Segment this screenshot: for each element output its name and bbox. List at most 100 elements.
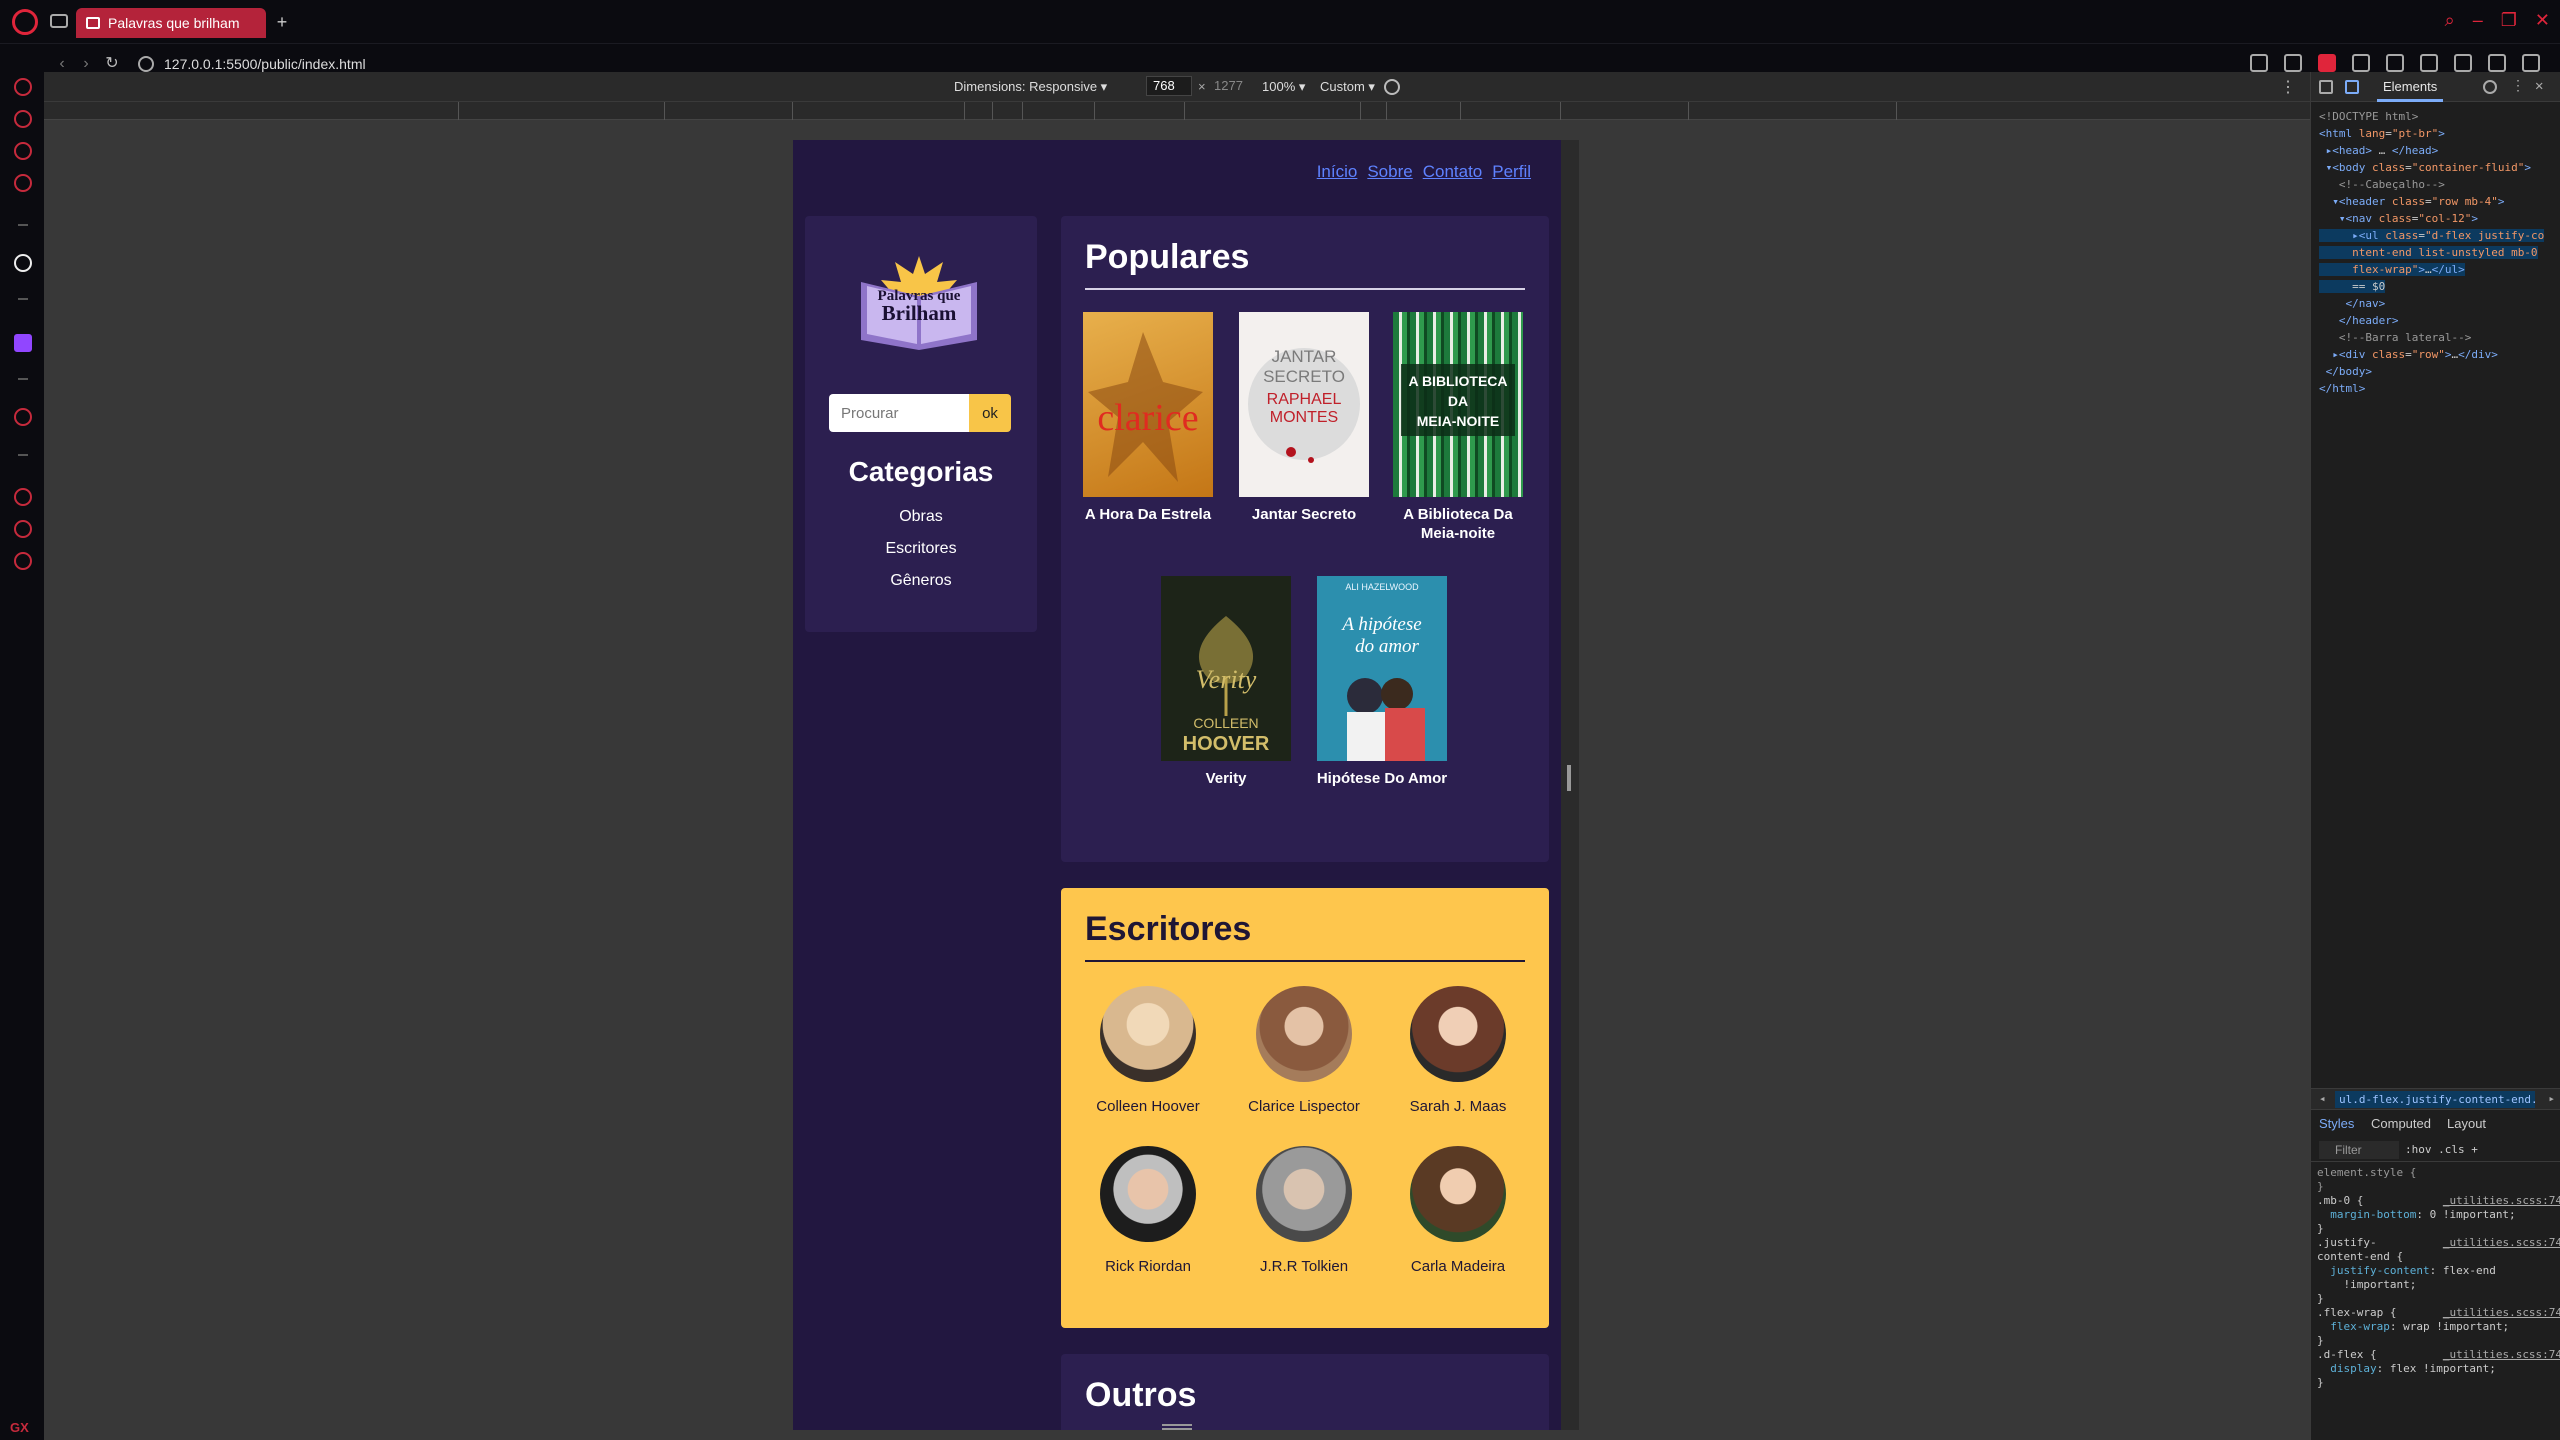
category-link-generos[interactable]: Gêneros: [805, 572, 1037, 590]
nav-link-contato[interactable]: Contato: [1423, 162, 1483, 182]
player-icon[interactable]: [2352, 54, 2370, 72]
tab-computed[interactable]: Computed: [2371, 1116, 2431, 1131]
crumb-left-icon[interactable]: ◂: [2319, 1092, 2326, 1105]
book-card[interactable]: clarice A Hora Da Estrela: [1073, 312, 1223, 524]
maximize-icon[interactable]: ❐: [2501, 10, 2517, 31]
sidebar-history-icon[interactable]: [14, 488, 32, 506]
nav-link-perfil[interactable]: Perfil: [1492, 162, 1531, 182]
book-card[interactable]: Verity COLLEEN HOOVER Verity: [1151, 576, 1301, 788]
svg-text:MEIA-NOITE: MEIA-NOITE: [1417, 413, 1499, 429]
sidebar-speed-dial-icon[interactable]: [14, 78, 32, 96]
nav-link-inicio[interactable]: Início: [1317, 162, 1358, 182]
resize-handle-bottom[interactable]: [1162, 1424, 1192, 1430]
opera-logo-icon[interactable]: [12, 9, 38, 35]
styles-filter-input[interactable]: Filter: [2319, 1141, 2399, 1159]
rotate-icon[interactable]: [1384, 79, 1400, 95]
dom-tree[interactable]: <!DOCTYPE html> <html lang="pt-br"> ▸<he…: [2319, 108, 2559, 397]
times-icon: ×: [1198, 79, 1206, 94]
book-cover[interactable]: JANTAR SECRETO RAPHAEL MONTES: [1239, 312, 1369, 497]
dom-breadcrumb: ◂ ul.d-flex.justify-content-end.list-uns…: [2311, 1088, 2560, 1110]
camera-icon[interactable]: [2284, 54, 2302, 72]
download-icon[interactable]: [2488, 54, 2506, 72]
snapshot-icon[interactable]: [2250, 54, 2268, 72]
search-button[interactable]: ok: [969, 394, 1011, 432]
site-logo[interactable]: Palavras que Brilham: [853, 252, 985, 352]
writer-card[interactable]: Sarah J. Maas: [1383, 986, 1533, 1115]
writer-card[interactable]: Colleen Hoover: [1073, 986, 1223, 1115]
more-icon[interactable]: ⋮: [2511, 78, 2525, 94]
throttle-select[interactable]: Custom ▾: [1320, 79, 1375, 95]
writer-avatar[interactable]: [1100, 1146, 1196, 1242]
cover-art: A BIBLIOTECA DA MEIA-NOITE: [1401, 364, 1515, 436]
inspect-icon[interactable]: [2319, 80, 2333, 94]
writer-card[interactable]: J.R.R Tolkien: [1229, 1146, 1379, 1275]
reload-icon[interactable]: ↻: [102, 54, 122, 74]
sidebar-aria-icon[interactable]: [14, 254, 32, 272]
sidebar-settings-icon[interactable]: [14, 552, 32, 570]
book-card[interactable]: A BIBLIOTECA DA MEIA-NOITE A Biblioteca …: [1383, 312, 1533, 543]
resize-handle-right[interactable]: [1567, 765, 1571, 791]
book-cover[interactable]: ALI HAZELWOOD A hipótese do amor: [1317, 576, 1447, 761]
adblock-icon[interactable]: [2318, 54, 2336, 72]
writer-avatar[interactable]: [1410, 986, 1506, 1082]
sidebar-player-icon[interactable]: [14, 408, 32, 426]
close-icon[interactable]: ✕: [2535, 10, 2550, 31]
sidebar-gx-mod-icon[interactable]: [14, 174, 32, 192]
tab-elements[interactable]: Elements: [2383, 79, 2437, 94]
device-toggle-icon[interactable]: [2345, 80, 2359, 94]
book-card[interactable]: ALI HAZELWOOD A hipótese do amor Hipótes…: [1307, 576, 1457, 788]
writer-name: J.R.R Tolkien: [1259, 1258, 1349, 1275]
tab-styles[interactable]: Styles: [2319, 1116, 2354, 1131]
site-info-icon[interactable]: [138, 56, 154, 72]
gx-icon[interactable]: GX: [10, 1420, 29, 1435]
styles-filter-tools[interactable]: :hov .cls +: [2405, 1143, 2478, 1156]
crumb-right-icon[interactable]: ▸: [2548, 1092, 2555, 1105]
category-link-obras[interactable]: Obras: [805, 508, 1037, 526]
book-card[interactable]: JANTAR SECRETO RAPHAEL MONTES Jantar Sec…: [1229, 312, 1379, 524]
svg-text:do amor: do amor: [1355, 636, 1419, 657]
forward-icon[interactable]: ›: [76, 54, 96, 74]
writer-card[interactable]: Carla Madeira: [1383, 1146, 1533, 1275]
category-link-escritores[interactable]: Escritores: [805, 540, 1037, 558]
writer-avatar[interactable]: [1410, 1146, 1506, 1242]
account-icon[interactable]: [2454, 54, 2472, 72]
url-field[interactable]: 127.0.0.1:5500/public/index.html: [164, 54, 366, 74]
css-rules[interactable]: element.style { } .mb-0 { _utilities.scs…: [2317, 1166, 2560, 1390]
crumb-selected[interactable]: ul.d-flex.justify-content-end.list-unsty: [2335, 1091, 2535, 1108]
height-input[interactable]: 1277: [1208, 76, 1254, 96]
writer-avatar[interactable]: [1256, 1146, 1352, 1242]
extensions-icon[interactable]: [2420, 54, 2438, 72]
tab-layout[interactable]: Layout: [2447, 1116, 2486, 1131]
search-icon[interactable]: ⌕: [2445, 10, 2455, 31]
width-input[interactable]: 768: [1146, 76, 1192, 96]
tab-islands-icon[interactable]: [50, 14, 68, 28]
browser-tab[interactable]: Palavras que brilham: [76, 8, 266, 38]
zoom-select[interactable]: 100% ▾: [1262, 79, 1305, 95]
back-icon[interactable]: ‹: [52, 54, 72, 74]
writer-card[interactable]: Clarice Lispector: [1229, 986, 1379, 1115]
media-query-ruler[interactable]: [44, 102, 2310, 120]
sidebar-store-icon[interactable]: [14, 142, 32, 160]
more-options-icon[interactable]: ⋮: [2280, 77, 2296, 97]
cover-text: clarice: [1097, 397, 1198, 439]
book-cover[interactable]: Verity COLLEEN HOOVER: [1161, 576, 1291, 761]
writer-card[interactable]: Rick Riordan: [1073, 1146, 1223, 1275]
menu-icon[interactable]: [2522, 54, 2540, 72]
search-input[interactable]: [829, 394, 969, 432]
new-tab-button[interactable]: +: [272, 12, 292, 32]
device-toolbar: Dimensions: Responsive ▾ 768 × 1277 100%…: [44, 72, 2310, 102]
book-cover[interactable]: A BIBLIOTECA DA MEIA-NOITE: [1393, 312, 1523, 497]
sidebar-twitch-icon[interactable]: [14, 334, 32, 352]
book-cover[interactable]: clarice: [1083, 312, 1213, 497]
sidebar-extensions-icon[interactable]: [14, 520, 32, 538]
nav-link-sobre[interactable]: Sobre: [1367, 162, 1412, 182]
sidebar-control-icon[interactable]: [14, 110, 32, 128]
close-devtools-icon[interactable]: ✕: [2535, 78, 2549, 94]
settings-icon[interactable]: [2483, 80, 2497, 94]
dimensions-select[interactable]: Dimensions: Responsive ▾: [954, 79, 1107, 95]
writer-avatar[interactable]: [1100, 986, 1196, 1082]
minimize-icon[interactable]: –: [2473, 10, 2483, 31]
book-title: Hipótese Do Amor: [1316, 770, 1448, 787]
heart-icon[interactable]: [2386, 54, 2404, 72]
writer-avatar[interactable]: [1256, 986, 1352, 1082]
